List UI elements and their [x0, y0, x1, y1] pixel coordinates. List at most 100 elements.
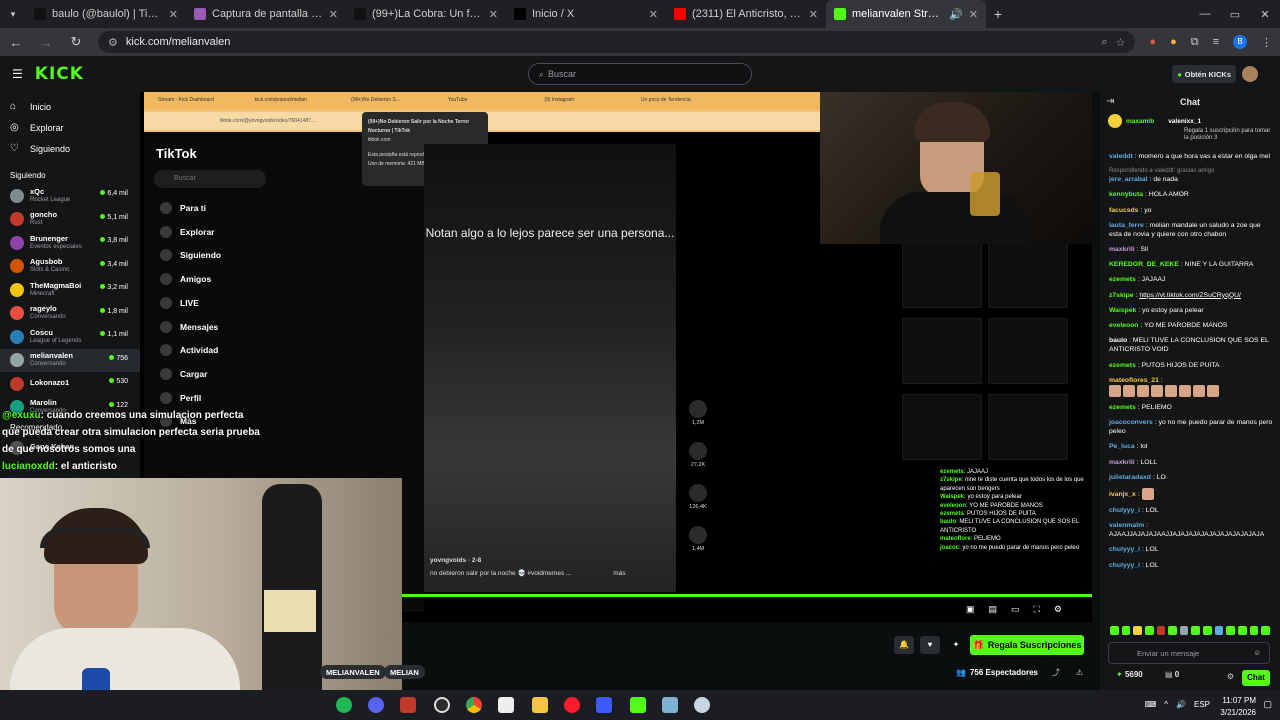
chat-settings-icon[interactable]: ⚙ — [1227, 672, 1234, 681]
chat-username[interactable]: z7skipe — [1109, 292, 1134, 299]
chat-message[interactable]: baulo: MELI TUVE LA CONCLUSION QUE SOS E… — [1109, 336, 1274, 354]
reading-list-icon[interactable]: ≡ — [1213, 36, 1219, 48]
chat-username[interactable]: chulyyy_i — [1109, 507, 1140, 514]
keyboard-icon[interactable]: ⌨ — [1145, 700, 1157, 709]
chat-message[interactable]: z7skipe: https://vt.tiktok.com/ZSuCRyqQU… — [1109, 291, 1274, 300]
tab-list-button[interactable]: ▾ — [0, 9, 26, 20]
minimize-icon[interactable]: — — [1190, 8, 1220, 20]
chat-username[interactable]: kennybuta — [1109, 191, 1143, 198]
chat-username[interactable]: Waispek — [1109, 307, 1136, 314]
tab-close-icon[interactable]: ✕ — [489, 8, 498, 21]
search-input[interactable]: ⌕ Buscar — [528, 63, 752, 85]
chat-username[interactable]: jere_arrabal — [1109, 176, 1148, 183]
chat-message[interactable]: ezemets: PELIEMO — [1109, 403, 1274, 412]
share-icon[interactable]: ⤴ — [1052, 667, 1060, 678]
chat-message[interactable]: Waispek: yo estoy para pelear — [1109, 306, 1274, 315]
chat-message[interactable]: chulyyy_i: LOL — [1109, 561, 1274, 570]
kick-app-icon[interactable] — [630, 697, 646, 713]
following-channel[interactable]: melianvalen Conversando 756 — [0, 348, 140, 372]
chat-username[interactable]: maxkrili — [1109, 459, 1135, 466]
collapse-chat-icon[interactable]: ⇥ — [1106, 96, 1114, 107]
follow-heart-icon[interactable]: ♥ — [920, 636, 940, 654]
send-chat-button[interactable]: Chat — [1242, 670, 1270, 686]
system-tray[interactable]: ⌨ ^ 🔊 ESP — [1145, 700, 1210, 709]
chat-username[interactable]: facucsds — [1109, 207, 1138, 214]
browser-tab[interactable]: Inicio / X ✕ — [506, 0, 666, 28]
more-options-icon[interactable]: ✦ — [946, 636, 966, 654]
file-explorer-icon[interactable] — [532, 697, 548, 713]
chat-message[interactable]: joacoconvers: yo no me puedo parar de ma… — [1109, 418, 1274, 436]
chat-message[interactable]: ivanjx_x: — [1109, 487, 1274, 500]
sidebar-nav-siguiendo[interactable]: ♡ Siguiendo — [0, 138, 140, 159]
discord-icon[interactable] — [368, 697, 384, 713]
bookmark-star-icon[interactable]: ☆ — [1116, 36, 1126, 49]
tab-close-icon[interactable]: ✕ — [969, 8, 978, 21]
chat-message[interactable]: ezemets: PUTOS HIJOS DE PUITA — [1109, 361, 1274, 370]
chat-username[interactable]: baulo — [1109, 337, 1127, 344]
extension-icon[interactable]: ● — [1149, 36, 1156, 48]
chat-message[interactable]: valenmalm: AJAAJJAJAJAJAAJJAJAJAJAJAJAJA… — [1109, 521, 1274, 539]
chat-username[interactable]: chulyyy_i — [1109, 546, 1140, 553]
chat-message[interactable]: Pe_luca: lol — [1109, 442, 1274, 451]
clock[interactable]: 11:07 PM 3/21/2026 — [1220, 695, 1256, 719]
browser-tab[interactable]: melianvalen Stream - Watch... 🔊 ✕ — [826, 0, 986, 28]
steam-icon[interactable] — [694, 697, 710, 713]
chat-message[interactable]: kennybuta: HOLA AMOR — [1109, 190, 1274, 199]
language-label[interactable]: ESP — [1194, 700, 1210, 709]
notification-bell-icon[interactable]: 🔔 — [894, 636, 914, 654]
chat-username[interactable]: ezemets — [1109, 362, 1136, 369]
chat-message[interactable]: chulyyy_i: LOL — [1109, 506, 1274, 515]
app-icon[interactable] — [498, 697, 514, 713]
browser-tab[interactable]: (2311) El Anticristo, en una línea... ✕ — [666, 0, 826, 28]
chat-username[interactable]: joacoconvers — [1109, 419, 1153, 426]
profile-avatar[interactable]: B — [1233, 35, 1247, 49]
browser-tab[interactable]: Captura de pantalla por Lightshot ✕ — [186, 0, 346, 28]
forward-icon[interactable]: → — [38, 35, 54, 50]
chat-username[interactable]: ezemets — [1109, 276, 1136, 283]
report-icon[interactable]: ⚠ — [1076, 668, 1083, 677]
miniplayer-icon[interactable]: ▣ — [966, 604, 975, 618]
new-tab-button[interactable]: + — [986, 6, 1010, 22]
opera-icon[interactable] — [564, 697, 580, 713]
tag-melianvalen[interactable]: MELIANVALEN — [320, 665, 386, 679]
following-channel[interactable]: Brunenger Eventos especiales 3,8 mil — [0, 231, 140, 255]
following-channel[interactable]: TheMagmaBoi Minecraft 3,2 mil — [0, 278, 140, 302]
chat-message[interactable]: maxkrili: LOLL — [1109, 458, 1274, 467]
extension-icon-2[interactable]: ● — [1170, 36, 1177, 48]
app-icon-2[interactable] — [596, 697, 612, 713]
address-bar[interactable]: ⚙ kick.com/melianvalen ⌕ ☆ — [98, 31, 1136, 53]
back-icon[interactable]: ← — [8, 35, 24, 50]
zoom-icon[interactable]: ⌕ — [1101, 36, 1107, 49]
emote-picker-icon[interactable]: ☺ — [1253, 648, 1261, 657]
chat-username[interactable]: ivanjx_x — [1109, 491, 1136, 498]
user-avatar[interactable] — [1242, 66, 1258, 82]
chrome-icon[interactable] — [466, 697, 482, 713]
following-channel[interactable]: Agusbob Slots & Casino 3,4 mil — [0, 255, 140, 279]
reload-icon[interactable]: ↻ — [68, 34, 84, 50]
chat-username[interactable]: eveleoon — [1109, 322, 1138, 329]
spotify-icon[interactable] — [336, 697, 352, 713]
chat-username[interactable]: julietaradaxd — [1109, 474, 1151, 481]
chat-message[interactable]: ezemets: JAJAAJ — [1109, 275, 1274, 284]
tab-close-icon[interactable]: ✕ — [329, 8, 338, 21]
chevron-up-icon[interactable]: ^ — [1164, 700, 1168, 709]
chat-message[interactable]: eveleoon: YO ME PAROBDE MANOS — [1109, 321, 1274, 330]
sidebar-nav-explorar[interactable]: ◎ Explorar — [0, 117, 140, 138]
following-channel[interactable]: xQc Rocket League 6,4 mil — [0, 184, 140, 208]
chat-username[interactable]: lauta_ferre — [1109, 222, 1144, 229]
hamburger-menu-icon[interactable]: ☰ — [12, 67, 23, 81]
extensions-puzzle-icon[interactable]: ⧉ — [1191, 36, 1199, 49]
chat-username[interactable]: Pe_luca — [1109, 443, 1135, 450]
fullscreen-icon[interactable]: ⛶ — [1034, 604, 1040, 618]
chat-username[interactable]: chulyyy_i — [1109, 562, 1140, 569]
following-channel[interactable]: Coscu League of Legends 1,1 mil — [0, 325, 140, 349]
tab-close-icon[interactable]: ✕ — [169, 8, 178, 21]
sidebar-nav-inicio[interactable]: ⌂ Inicio — [0, 96, 140, 117]
tag-melian[interactable]: MELIAN — [384, 665, 425, 679]
get-kicks-button[interactable]: ● Obtén KICKs — [1172, 65, 1236, 83]
volume-icon[interactable]: 🔊 — [1176, 700, 1186, 709]
obs-icon[interactable] — [434, 697, 450, 713]
chat-message[interactable]: lauta_ferre: melian mandale un saludo a … — [1109, 221, 1274, 239]
notepad-icon[interactable] — [662, 697, 678, 713]
chat-message[interactable]: facucsds: yo — [1109, 206, 1274, 215]
